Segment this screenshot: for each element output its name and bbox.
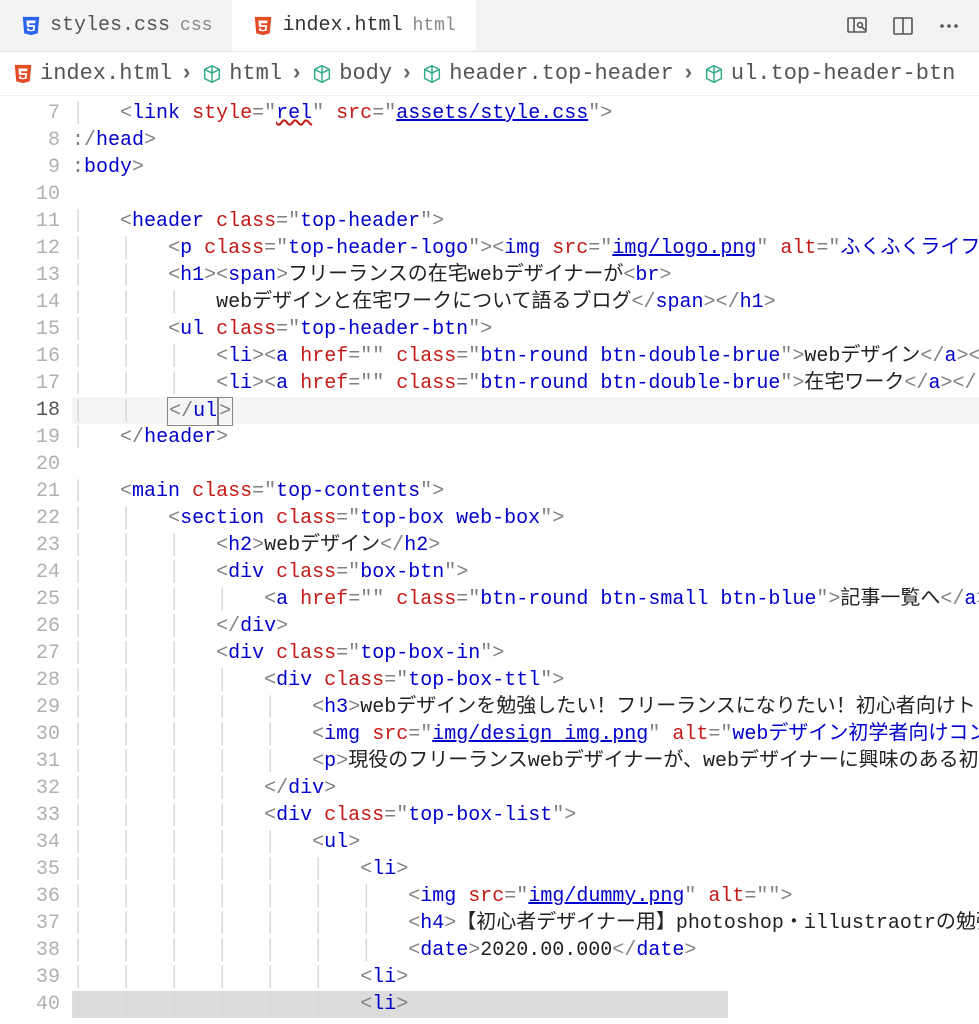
code-line[interactable]: :/head> (72, 127, 979, 154)
breadcrumb-item[interactable]: index.html (12, 61, 172, 86)
breadcrumb-item[interactable]: ul.top-header-btn (703, 61, 955, 86)
symbol-icon (703, 63, 725, 85)
code-area[interactable]: │ <link style="rel" src="assets/style.cs… (72, 96, 979, 1022)
tab-ext: html (412, 16, 455, 36)
code-line[interactable]: │ │ │ webデザインと在宅ワークについて語るブログ</span></h1> (72, 289, 979, 316)
code-line[interactable]: │ </header> (72, 424, 979, 451)
code-line[interactable]: │ │ │ │ <a href="" class="btn-round btn-… (72, 586, 979, 613)
code-line[interactable]: │ │ │ <li><a href="" class="btn-round bt… (72, 370, 979, 397)
code-line[interactable]: │ │ <p class="top-header-logo"><img src=… (72, 235, 979, 262)
open-preview-icon[interactable] (845, 14, 869, 38)
code-line[interactable]: │ │ │ <div class="top-box-in"> (72, 640, 979, 667)
code-line[interactable]: │ │ │ │ </div> (72, 775, 979, 802)
code-line[interactable]: │ │ </ul> (72, 397, 979, 424)
breadcrumb[interactable]: index.html › html › body › header.top-he… (0, 52, 979, 96)
symbol-icon (311, 63, 333, 85)
tab-styles-css[interactable]: styles.css css (0, 0, 232, 51)
code-line[interactable]: │ │ │ │ <div class="top-box-list"> (72, 802, 979, 829)
breadcrumb-label: index.html (40, 61, 172, 86)
html-file-icon (12, 63, 34, 85)
code-line[interactable]: │ <main class="top-contents"> (72, 478, 979, 505)
tab-bar-actions (845, 0, 979, 51)
code-line[interactable]: :body> (72, 154, 979, 181)
symbol-icon (201, 63, 223, 85)
code-line[interactable]: │ <header class="top-header"> (72, 208, 979, 235)
code-line[interactable]: │ │ │ │ │ │ │ <img src="img/dummy.png" a… (72, 883, 979, 910)
breadcrumb-item[interactable]: html (201, 61, 282, 86)
tab-filename: index.html (282, 14, 402, 37)
breadcrumb-label: body (339, 61, 392, 86)
tab-bar-spacer (476, 0, 845, 51)
tab-filename: styles.css (50, 14, 170, 37)
code-line[interactable]: │ │ │ │ <div class="top-box-ttl"> (72, 667, 979, 694)
code-line[interactable]: │ │ <h1><span>フリーランスの在宅webデザイナーが<br> (72, 262, 979, 289)
breadcrumb-label: html (229, 61, 282, 86)
breadcrumb-item[interactable]: body (311, 61, 392, 86)
code-line[interactable] (72, 451, 979, 478)
code-line[interactable]: │ │ │ │ │ │ <li> (72, 856, 979, 883)
code-line[interactable]: │ <link style="rel" src="assets/style.cs… (72, 100, 979, 127)
split-editor-icon[interactable] (891, 14, 915, 38)
code-line[interactable]: │ │ │ │ │ <ul> (72, 829, 979, 856)
code-line[interactable]: │ │ │ <li><a href="" class="btn-round bt… (72, 343, 979, 370)
code-line[interactable]: │ │ │ </div> (72, 613, 979, 640)
chevron-right-icon: › (178, 61, 195, 86)
code-line[interactable]: │ │ │ │ │ │ <li> (72, 964, 979, 991)
tab-index-html[interactable]: index.html html (232, 0, 475, 51)
code-line[interactable]: │ │ │ <h2>webデザイン</h2> (72, 532, 979, 559)
code-line[interactable]: │ │ │ │ │ <h3>webデザインを勉強したい！フリーランスになりたい！… (72, 694, 979, 721)
chevron-right-icon: › (398, 61, 415, 86)
code-line[interactable]: │ │ │ │ │ │ │ <date>2020.00.000</date> (72, 937, 979, 964)
tab-ext: css (180, 16, 212, 36)
breadcrumb-label: ul.top-header-btn (731, 61, 955, 86)
line-number-gutter: 7891011121314151617181920212223242526272… (0, 96, 72, 1022)
code-line[interactable]: │ │ │ │ │ <img src="img/design_img.png" … (72, 721, 979, 748)
symbol-icon (421, 63, 443, 85)
chevron-right-icon: › (680, 61, 697, 86)
code-line[interactable]: │ │ │ <div class="box-btn"> (72, 559, 979, 586)
tab-bar: styles.css css index.html html (0, 0, 979, 52)
code-line[interactable]: │ │ │ │ │ <p>現役のフリーランスwebデザイナーが、webデザイナー… (72, 748, 979, 775)
breadcrumb-label: header.top-header (449, 61, 673, 86)
html-file-icon (252, 15, 274, 37)
css-file-icon (20, 15, 42, 37)
more-actions-icon[interactable] (937, 14, 961, 38)
chevron-right-icon: › (288, 61, 305, 86)
code-line[interactable]: │ │ │ │ │ │ │ <h4>【初心者デザイナー用】photoshop・i… (72, 910, 979, 937)
code-line[interactable]: │ │ │ │ │ │ <li> (72, 991, 979, 1018)
code-line[interactable]: │ │ <section class="top-box web-box"> (72, 505, 979, 532)
breadcrumb-item[interactable]: header.top-header (421, 61, 673, 86)
code-line[interactable] (72, 181, 979, 208)
code-editor[interactable]: 7891011121314151617181920212223242526272… (0, 96, 979, 1022)
code-line[interactable]: │ │ <ul class="top-header-btn"> (72, 316, 979, 343)
